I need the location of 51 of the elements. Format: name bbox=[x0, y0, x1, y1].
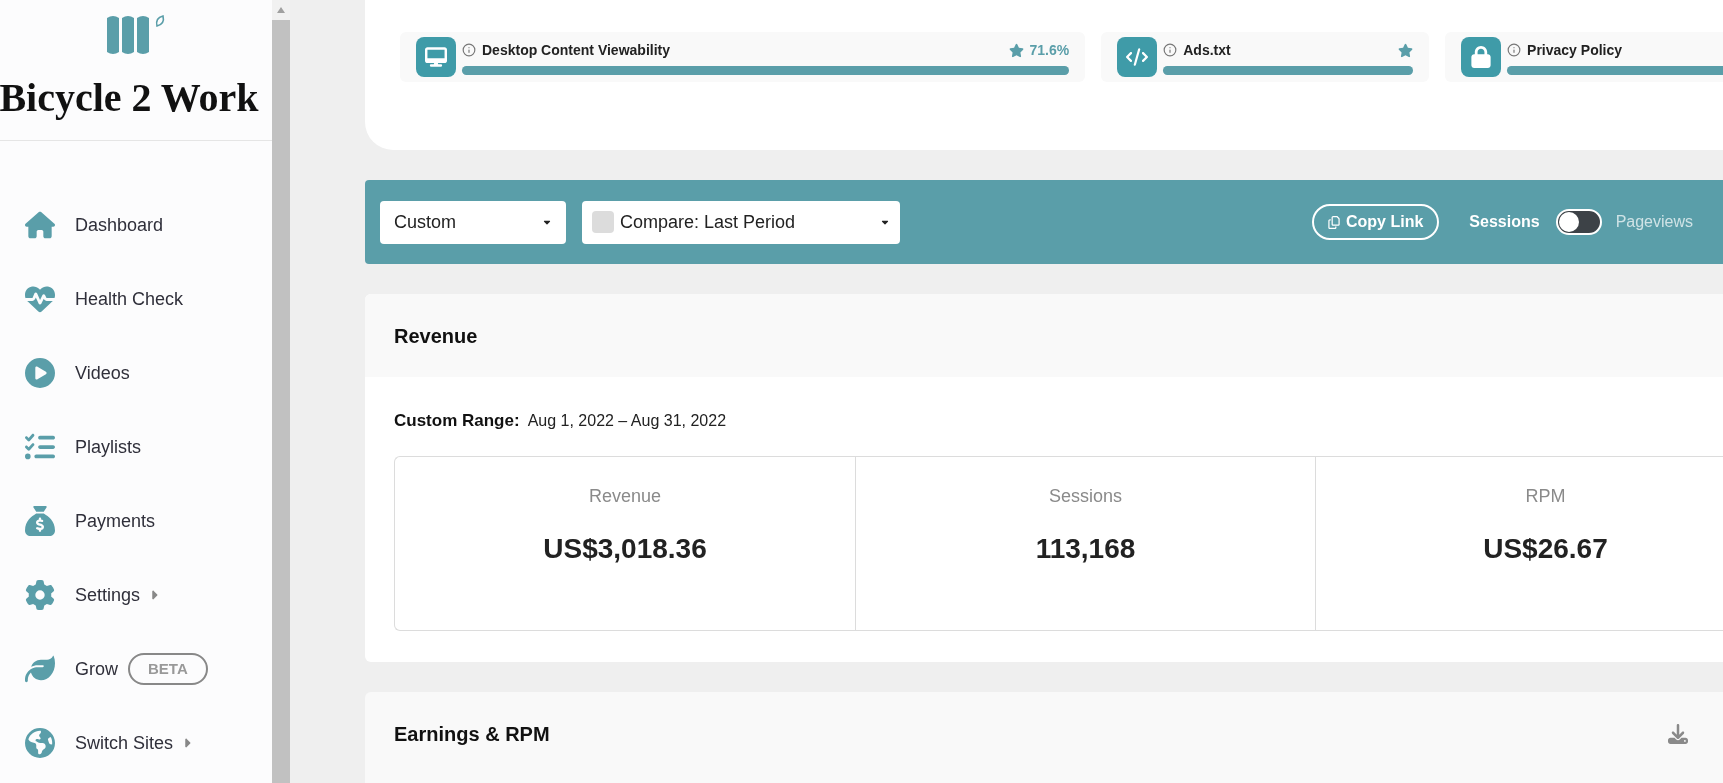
compare-checkbox[interactable] bbox=[592, 211, 614, 233]
scrollbar[interactable] bbox=[272, 0, 290, 783]
scroll-up-icon[interactable] bbox=[277, 7, 285, 13]
code-icon bbox=[1117, 37, 1158, 77]
nav-item[interactable]: Grow BETA bbox=[0, 632, 272, 706]
monitor-icon bbox=[416, 37, 456, 77]
range-value: Aug 1, 2022 – Aug 31, 2022 bbox=[527, 411, 727, 431]
star-icon bbox=[1008, 42, 1024, 58]
nav-item[interactable]: Payments bbox=[0, 484, 272, 558]
stat-value: US$26.67 bbox=[1483, 531, 1608, 566]
download-icon[interactable] bbox=[1668, 722, 1688, 745]
percentage: 71.6% bbox=[1029, 40, 1070, 60]
nav-item[interactable]: Health Check bbox=[0, 262, 272, 336]
compare-select[interactable]: Compare: Last Period bbox=[582, 200, 900, 244]
info-icon[interactable] bbox=[1507, 43, 1522, 57]
health-title: Privacy Policy bbox=[1527, 40, 1623, 60]
play-icon bbox=[25, 358, 55, 388]
logo-icon bbox=[105, 14, 167, 56]
nav-item[interactable]: Videos bbox=[0, 336, 272, 410]
heart-pulse-icon bbox=[25, 284, 55, 314]
list-icon bbox=[25, 432, 55, 462]
beta-badge: BETA bbox=[128, 652, 208, 686]
leaf-icon bbox=[25, 654, 55, 684]
nav-item[interactable]: Playlists bbox=[0, 410, 272, 484]
site-name: Bicycle 2 Work bbox=[0, 78, 259, 118]
stat-value: US$3,018.36 bbox=[543, 531, 707, 566]
nav-item[interactable]: Settings bbox=[0, 558, 272, 632]
health-title: Ads.txt bbox=[1183, 40, 1231, 60]
star-icon bbox=[1398, 42, 1414, 58]
settings-icon bbox=[25, 580, 55, 610]
health-title: Desktop Content Viewability bbox=[482, 40, 670, 60]
pageviews-label: Pageviews bbox=[1615, 212, 1693, 232]
globe-icon bbox=[25, 728, 55, 758]
panel-title: Earnings & RPM bbox=[394, 721, 550, 747]
range-label: Custom Range: bbox=[394, 410, 520, 432]
info-icon[interactable] bbox=[1163, 43, 1178, 57]
nav-item[interactable]: Dashboard bbox=[0, 188, 272, 262]
toggle-switch[interactable] bbox=[1555, 209, 1602, 235]
nav-item[interactable]: Switch Sites bbox=[0, 706, 272, 780]
money-bag-icon bbox=[25, 506, 55, 536]
copy-icon bbox=[1328, 215, 1340, 229]
range-select[interactable]: Custom bbox=[380, 200, 566, 244]
sessions-label: Sessions bbox=[1469, 212, 1540, 232]
panel-title: Revenue bbox=[394, 323, 478, 349]
home-icon bbox=[25, 210, 55, 240]
stat-label: RPM bbox=[1525, 484, 1566, 508]
stat-label: Sessions bbox=[1048, 484, 1122, 508]
lock-icon bbox=[1461, 37, 1502, 77]
stat-value: 113,168 bbox=[1035, 531, 1136, 566]
stat-label: Revenue bbox=[588, 484, 662, 508]
info-icon[interactable] bbox=[462, 43, 476, 57]
